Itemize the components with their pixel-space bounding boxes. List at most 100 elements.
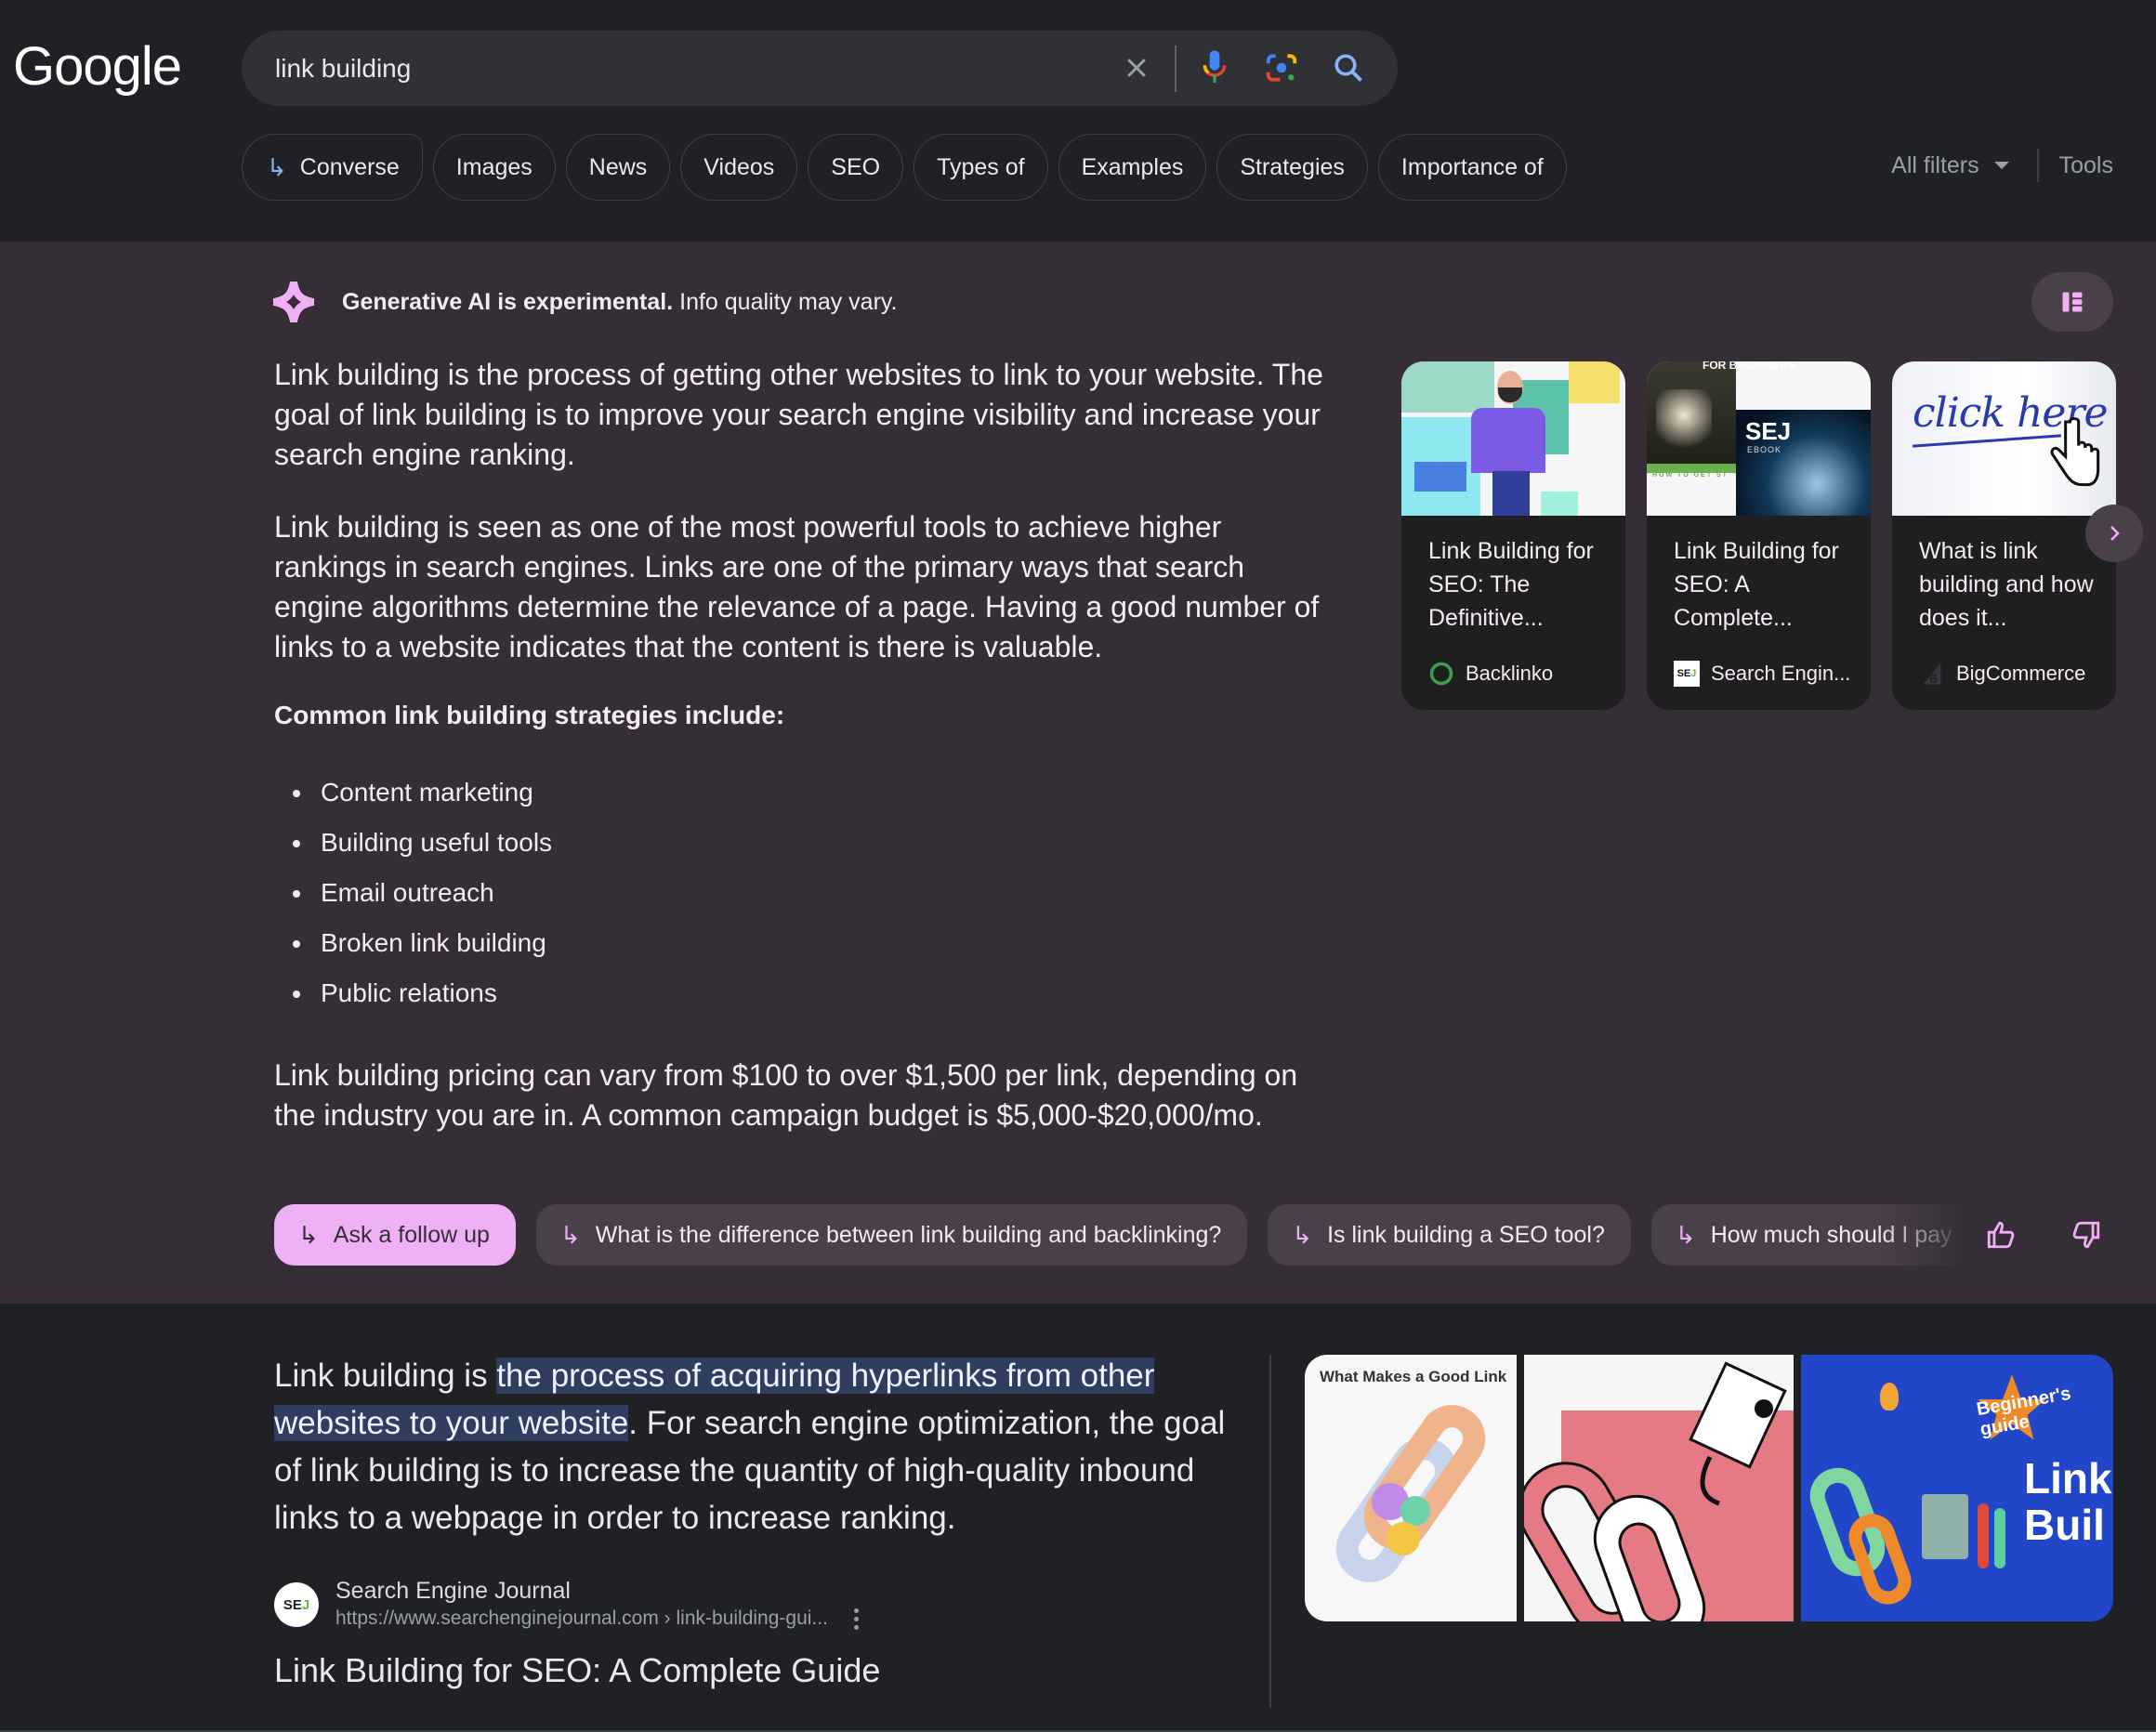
card-source: Backlinko [1428,661,1553,687]
card-source: B BigCommerce [1919,661,2085,687]
ai-paragraph: Link building is seen as one of the most… [274,510,1320,663]
thumbs-up-button[interactable] [1979,1208,2022,1262]
search-input[interactable] [275,31,1037,106]
more-options-icon[interactable] [852,1607,861,1630]
search-button[interactable] [1328,47,1369,88]
sej-favicon-icon: SE J [274,1582,319,1627]
result-image[interactable]: Beginner's guide Link Buil [1801,1355,2113,1621]
thumbs-down-button[interactable] [2065,1208,2108,1262]
follow-up-suggestion[interactable]: ↳ What is the difference between link bu… [535,1204,1248,1266]
thumb-text: SEJ [1745,419,1791,443]
chain-link-illustration [1335,1405,1486,1582]
card-title: Link Building for SEO: The Definitive... [1428,538,1594,631]
reply-arrow-icon: ↳ [1292,1220,1313,1249]
card-title: What is link building and how does it... [1919,538,2094,631]
card-thumbnail: click here [1892,361,2116,516]
ai-answer: Link building is the process of getting … [274,355,1334,1168]
card-title: Link Building for SEO: A Complete... [1674,538,1839,631]
source-card[interactable]: Link Building for SEO: The Definitive...… [1401,361,1625,710]
card-source: SE J Search Engin... [1674,661,1850,687]
list-item: Building useful tools [274,818,1334,868]
all-filters-button[interactable]: All filters [1891,152,1979,179]
feedback-buttons [1979,1208,2108,1262]
chip-label: News [588,153,648,180]
google-logo[interactable]: Google [13,35,182,98]
search-box[interactable] [242,31,1398,106]
chip-label: SEO [831,153,881,180]
thumbs-down-icon [2072,1221,2100,1249]
sej-logo-text: SEJ [1745,417,1792,445]
result-source[interactable]: SE J Search Engine Journal https://www.se… [274,1577,861,1633]
snippet-text: Link building is the process of acquirin… [274,1352,1259,1542]
search-icon [1334,54,1362,82]
result-title-link[interactable]: Link Building for SEO: A Complete Guide [274,1651,880,1690]
thumb-text: HOW TO GET ST [1652,472,1729,479]
list-item: Broken link building [274,918,1334,968]
clear-search-button[interactable] [1116,47,1157,88]
reply-arrow-icon: ↳ [1675,1220,1696,1249]
hand-cursor-icon [2050,417,2100,487]
source-card[interactable]: click here What is link building and how… [1892,361,2116,710]
backlinko-favicon-icon [1429,662,1453,686]
chip-label: Importance of [1400,153,1544,180]
ai-paragraph: Link building is the process of getting … [274,358,1323,471]
ai-notice: Generative AI is experimental. Info qual… [273,279,897,325]
cards-next-button[interactable] [2085,505,2143,562]
chip-strategies[interactable]: Strategies [1216,134,1368,201]
thumb-text: FOR BEGINNERS [1702,361,1796,372]
chip-examples[interactable]: Examples [1058,134,1207,201]
chip-seo[interactable]: SEO [808,134,904,201]
gemini-sparkle-icon [273,282,314,322]
follow-up-label: Is link building a SEO tool? [1327,1221,1605,1248]
follow-up-label: Ask a follow up [333,1221,490,1248]
snippet-pre: Link building is [274,1358,497,1394]
search-divider [1175,46,1177,92]
image-text: What Makes a Good Link [1320,1368,1507,1385]
source-url: https://www.searchenginejournal.com › li… [335,1607,828,1629]
reply-arrow-icon: ↳ [298,1220,319,1249]
pricing-paragraph: Link building pricing can vary from $100… [274,1058,1298,1132]
follow-up-label: What is the difference between link buil… [595,1221,1222,1248]
chip-label: Converse [299,153,400,180]
image-text: Link Buil [2024,1455,2112,1548]
featured-snippet: Link building is the process of acquirin… [0,1304,2156,1730]
filters-bar: All filters Tools [1891,149,2113,182]
svg-text:B: B [1930,673,1938,685]
source-card[interactable]: HOW TO GET ST FOR BEGINNERS SEJ EBOOK Li… [1647,361,1871,710]
chip-converse[interactable]: ↳ Converse [242,134,423,201]
chip-label: Videos [703,153,775,180]
chip-images[interactable]: Images [432,134,556,201]
tools-button[interactable]: Tools [2059,152,2113,179]
follow-up-suggestion[interactable]: ↳ Is link building a SEO tool? [1268,1204,1631,1266]
ask-follow-up-button[interactable]: ↳ Ask a follow up [274,1204,516,1266]
lens-search-button[interactable] [1261,47,1302,88]
chip-label: Examples [1081,153,1184,180]
result-image[interactable]: What Makes a Good Link [1305,1355,1517,1621]
chip-videos[interactable]: Videos [680,134,798,201]
chip-importance-of[interactable]: Importance of [1377,134,1567,201]
chain-hook-illustration [1524,1361,1787,1621]
sej-favicon-icon: SE J [1674,661,1700,687]
list-item: Content marketing [274,768,1334,818]
microphone-icon [1203,50,1227,83]
filters-divider [2036,149,2039,182]
column-divider [1269,1355,1271,1708]
chip-news[interactable]: News [565,134,671,201]
follow-up-fade [1877,1199,1970,1273]
card-source-name: BigCommerce [1956,662,2086,685]
chip-label: Strategies [1240,153,1345,180]
search-chips: ↳ Converse Images News Videos SEO Types … [242,134,1567,201]
chip-types-of[interactable]: Types of [914,134,1048,201]
layout-icon [2062,292,2083,312]
card-thumbnail: HOW TO GET ST FOR BEGINNERS SEJ EBOOK [1647,361,1871,516]
list-item: Public relations [274,968,1334,1018]
list-item: Email outreach [274,868,1334,918]
bigcommerce-favicon-icon: B [1923,663,1941,685]
layout-toggle-button[interactable] [2031,272,2113,332]
chevron-right-icon [2110,526,2120,541]
thumbs-up-icon [1987,1221,2015,1249]
voice-search-button[interactable] [1194,47,1235,88]
source-cards: Link Building for SEO: The Definitive...… [1401,361,2116,710]
thumb-text: EBOOK [1747,445,1782,454]
result-image[interactable] [1524,1355,1794,1621]
